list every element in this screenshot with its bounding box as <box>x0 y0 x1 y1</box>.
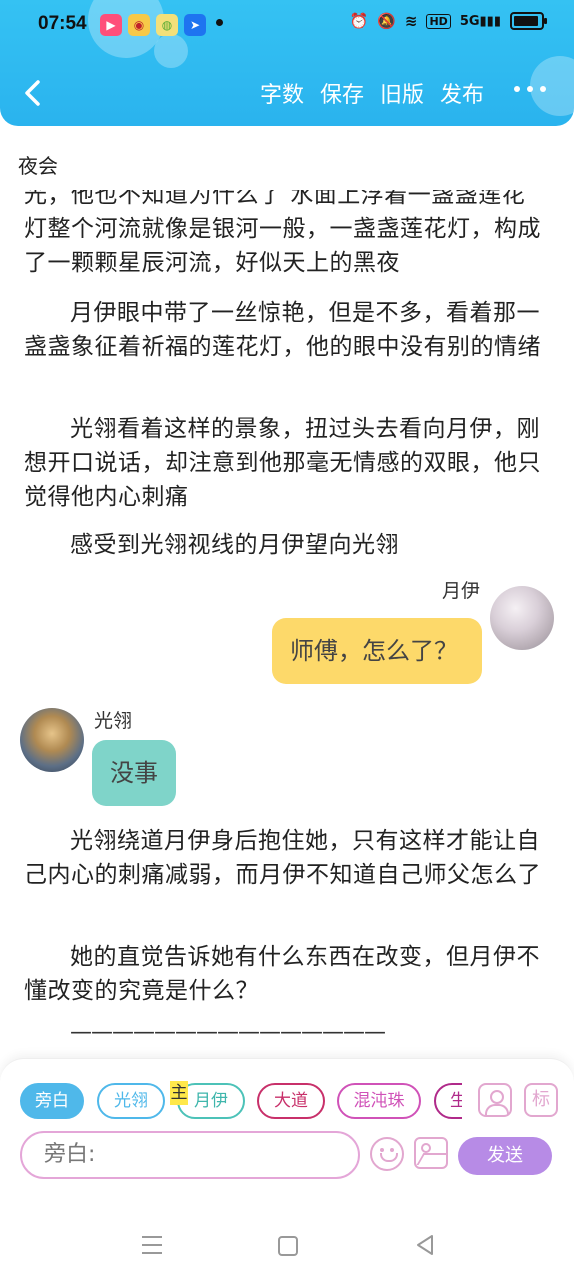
chevron-left-icon <box>25 80 40 106</box>
back-button[interactable] <box>18 76 48 110</box>
main-character-badge: 主 <box>170 1081 188 1105</box>
status-bar: 07:54 ▶ ◉ ◍ ➤ ⏰ 🔕 ≋ HD 5G▮▮▮ <box>0 0 574 50</box>
story-paragraph: 光，他也不知道为什么了 水面上浮着一盏盏莲花灯整个河流就像是银河一般，一盏盏莲花… <box>24 190 541 276</box>
chapter-title[interactable]: 夜会 <box>18 150 58 179</box>
nav-actions: 字数 保存 旧版 发布 <box>260 80 484 112</box>
role-chip-dadao[interactable]: 大道 <box>257 1083 325 1119</box>
old-version-button[interactable]: 旧版 <box>380 80 424 112</box>
avatar[interactable] <box>20 708 84 772</box>
role-chip-guangling[interactable]: 光翎 <box>97 1083 165 1119</box>
more-options-button[interactable] <box>514 86 546 92</box>
header: 07:54 ▶ ◉ ◍ ➤ ⏰ 🔕 ≋ HD 5G▮▮▮ 字数 保存 旧版 发布 <box>0 0 574 126</box>
bluetooth-app-icon: ➤ <box>184 14 206 36</box>
more-dot-icon <box>540 86 546 92</box>
system-nav-bar <box>0 1210 574 1280</box>
story-paragraph: 光翎看着这样的景象，扭过头去看向月伊，刚想开口说话，却注意到他那毫无情感的双眼，… <box>24 416 541 510</box>
image-icon[interactable] <box>414 1137 448 1169</box>
chat-message-right[interactable]: 月伊 师傅，怎么了？ <box>0 580 574 690</box>
role-chip-narrator[interactable]: 旁白 <box>20 1083 84 1119</box>
story-paragraph: 光翎绕道月伊身后抱住她，只有这样才能让自己内心的刺痛减弱，而月伊不知道自己师父怎… <box>24 828 541 888</box>
weibo-icon: ◉ <box>128 14 150 36</box>
role-chip-sheng[interactable]: 生 <box>434 1083 462 1119</box>
divider-line: ——————————————— <box>70 1020 386 1045</box>
mute-icon: 🔕 <box>377 12 396 30</box>
story-paragraph: 她的直觉告诉她有什么东西在改变，但月伊不懂改变的究竟是什么？ <box>24 944 540 1004</box>
composer-panel: 旁白 光翎 月伊 大道 混沌珠 生 主 标 旁白: 发送 <box>0 1058 574 1210</box>
word-count-button[interactable]: 字数 <box>260 80 304 112</box>
speaker-name: 光翎 <box>94 710 133 732</box>
save-button[interactable]: 保存 <box>320 80 364 112</box>
chat-bubble[interactable]: 没事 <box>92 740 176 806</box>
role-chip-hundunzhu[interactable]: 混沌珠 <box>337 1083 421 1119</box>
recent-apps-icon[interactable] <box>142 1236 162 1254</box>
message-input[interactable]: 旁白: <box>20 1131 360 1179</box>
chat-bubble: 师傅，怎么了？ <box>272 618 482 684</box>
video-app-icon: ▶ <box>100 14 122 36</box>
more-notifications-dot <box>216 19 223 26</box>
alarm-icon: ⏰ <box>349 12 369 30</box>
emoji-icon[interactable] <box>370 1137 404 1171</box>
tag-icon[interactable]: 标 <box>524 1083 558 1117</box>
wifi-icon: ≋ <box>404 12 418 30</box>
battery-icon <box>510 12 547 30</box>
signal-icon: 5G▮▮▮ <box>459 13 501 29</box>
role-chips: 旁白 光翎 月伊 大道 混沌珠 生 <box>20 1083 462 1121</box>
story-content[interactable]: 光，他也不知道为什么了 水面上浮着一盏盏莲花灯整个河流就像是银河一般，一盏盏莲花… <box>0 190 574 1058</box>
status-right: ⏰ 🔕 ≋ HD 5G▮▮▮ <box>349 12 547 30</box>
notification-icons: ▶ ◉ ◍ ➤ <box>100 14 206 36</box>
avatar[interactable] <box>490 586 554 650</box>
home-icon[interactable] <box>278 1236 298 1256</box>
status-time: 07:54 <box>38 13 87 34</box>
top-nav: 字数 保存 旧版 发布 <box>0 62 574 126</box>
lion-app-icon: ◍ <box>156 14 178 36</box>
hd-icon: HD <box>426 13 451 29</box>
speaker-name: 月伊 <box>441 580 480 602</box>
network-label: 5G <box>459 13 480 29</box>
story-paragraph: 月伊眼中带了一丝惊艳，但是不多，看着那一盏盏象征着祈福的莲花灯，他的眼中没有别的… <box>24 300 541 360</box>
more-dot-icon <box>527 86 533 92</box>
story-paragraph: 感受到光翎视线的月伊望向光翎 <box>70 532 399 558</box>
publish-button[interactable]: 发布 <box>440 80 484 112</box>
more-dot-icon <box>514 86 520 92</box>
back-triangle-icon[interactable] <box>414 1234 436 1256</box>
send-button[interactable]: 发送 <box>458 1137 552 1175</box>
character-manage-icon[interactable] <box>478 1083 512 1117</box>
